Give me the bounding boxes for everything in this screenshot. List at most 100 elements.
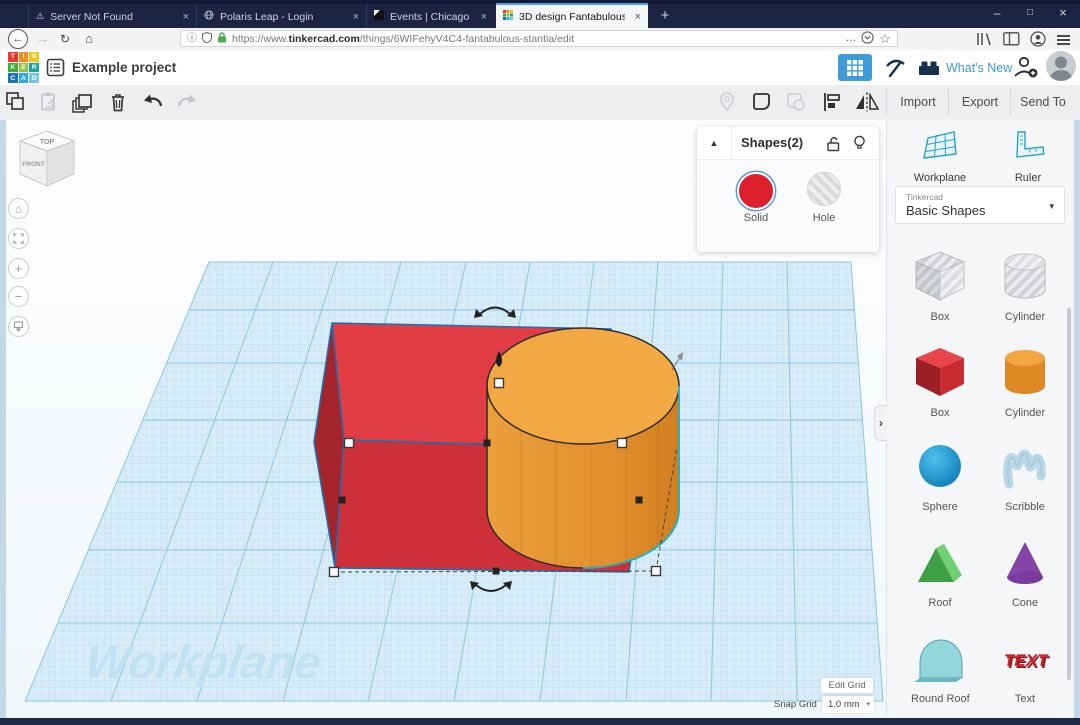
shape-category-dropdown[interactable]: Tinkercad Basic Shapes ▾ bbox=[895, 186, 1065, 224]
helper-workplane-label: Workplane bbox=[903, 172, 977, 184]
shape-roof[interactable]: Roof bbox=[911, 536, 969, 609]
shape-round-roof[interactable]: Round Roof bbox=[911, 632, 969, 705]
tinkercad-logo[interactable]: T I N K E R C A D bbox=[8, 52, 39, 83]
new-tab-button[interactable]: + bbox=[654, 5, 676, 27]
pocket-icon[interactable] bbox=[861, 31, 874, 47]
menu-icon[interactable] bbox=[1057, 33, 1070, 47]
shape-sphere[interactable]: Sphere bbox=[911, 440, 969, 513]
hole-option[interactable] bbox=[807, 172, 841, 206]
page-info-icon[interactable]: ⓘ bbox=[187, 31, 197, 46]
whats-new-link[interactable]: What's New bbox=[946, 61, 1012, 75]
paste-button[interactable] bbox=[36, 90, 62, 114]
close-icon[interactable]: × bbox=[183, 11, 189, 23]
send-to-button[interactable]: Send To bbox=[1012, 85, 1074, 119]
solid-option[interactable] bbox=[737, 172, 775, 210]
sidebar-scrollbar[interactable] bbox=[1067, 308, 1071, 680]
library-icon[interactable] bbox=[975, 32, 993, 51]
page-actions-icon[interactable]: … bbox=[845, 31, 856, 46]
ungroup-button[interactable] bbox=[784, 90, 810, 114]
logo-tile: D bbox=[29, 73, 39, 83]
forward-button[interactable]: → bbox=[34, 28, 52, 50]
window-minimize-button[interactable]: – bbox=[981, 0, 1013, 26]
tinkercad-header: T I N K E R C A D Example project What's… bbox=[0, 50, 1080, 85]
collapse-sidebar-chevron[interactable]: › bbox=[874, 405, 887, 441]
unlock-icon[interactable] bbox=[825, 135, 842, 157]
tab-title: Server Not Found bbox=[50, 11, 172, 23]
url-field[interactable]: ⓘ https://www.tinkercad.com/things/6WIFe… bbox=[180, 30, 898, 47]
tab-title: Polaris Leap - Login bbox=[220, 11, 343, 23]
orange-cylinder-shape[interactable] bbox=[487, 328, 679, 568]
shape-cylinder-solid[interactable]: Cylinder bbox=[996, 344, 1054, 419]
sidebar-toggle-icon[interactable] bbox=[1003, 32, 1020, 51]
close-icon[interactable]: × bbox=[635, 11, 641, 23]
collapse-panel-button[interactable]: ▲ bbox=[697, 127, 732, 159]
caret-down-icon: ▾ bbox=[1049, 201, 1054, 212]
edit-grid-button[interactable]: Edit Grid bbox=[821, 678, 873, 693]
page-title: Example project bbox=[72, 60, 176, 75]
shape-cone[interactable]: Cone bbox=[996, 536, 1054, 609]
snap-grid-select[interactable]: ▾1.0 mm bbox=[822, 696, 874, 713]
shape-text[interactable]: TEXTTEXT Text bbox=[996, 632, 1054, 705]
lock-icon[interactable] bbox=[217, 32, 227, 46]
project-properties-icon[interactable] bbox=[46, 58, 65, 82]
brick-icon[interactable] bbox=[916, 56, 942, 85]
shape-cylinder-hole[interactable]: Cylinder bbox=[996, 248, 1054, 323]
view-cube-front-label[interactable]: FRONT bbox=[22, 161, 44, 168]
fit-view-button[interactable] bbox=[8, 228, 29, 249]
browser-tab-bar: ⚠ Server Not Found × Polaris Leap - Logi… bbox=[0, 0, 1080, 28]
browser-window: ⚠ Server Not Found × Polaris Leap - Logi… bbox=[0, 0, 1080, 725]
hole-label: Hole bbox=[794, 212, 854, 224]
window-close-button[interactable]: × bbox=[1047, 0, 1079, 26]
logo-tile: N bbox=[29, 52, 39, 62]
close-icon[interactable]: × bbox=[353, 11, 359, 23]
undo-button[interactable] bbox=[140, 90, 166, 114]
add-person-icon[interactable] bbox=[1012, 54, 1040, 85]
show-all-icon[interactable] bbox=[716, 90, 742, 114]
bookmark-star-icon[interactable]: ☆ bbox=[879, 31, 891, 46]
shape-scribble[interactable]: Scribble bbox=[996, 440, 1054, 513]
edit-toolbar: Import Export Send To bbox=[0, 85, 1080, 121]
reload-button[interactable]: ↻ bbox=[56, 28, 74, 50]
minecraft-pickaxe-icon[interactable] bbox=[882, 55, 908, 86]
view-cube[interactable]: TOP FRONT bbox=[16, 128, 80, 206]
zoom-in-button[interactable]: + bbox=[8, 258, 29, 279]
logo-tile: R bbox=[29, 63, 39, 73]
home-button[interactable]: ⌂ bbox=[80, 28, 98, 50]
align-button[interactable] bbox=[820, 90, 846, 114]
back-button[interactable]: ← bbox=[8, 29, 28, 49]
window-maximize-button[interactable]: □ bbox=[1014, 0, 1046, 26]
shapes-panel-title: Shapes(2) bbox=[741, 127, 803, 159]
home-view-button[interactable]: ⌂ bbox=[8, 198, 29, 219]
shape-box-hole[interactable]: Box bbox=[911, 248, 969, 323]
delete-button[interactable] bbox=[106, 90, 132, 114]
dashboard-grid-button[interactable] bbox=[838, 54, 872, 81]
caret-down-icon: ▾ bbox=[866, 696, 870, 713]
view-cube-top-label[interactable]: TOP bbox=[40, 139, 55, 146]
redo-button[interactable] bbox=[174, 90, 200, 114]
account-icon[interactable] bbox=[1030, 31, 1046, 52]
group-button[interactable] bbox=[750, 90, 776, 114]
tracking-shield-icon[interactable] bbox=[202, 32, 212, 46]
close-icon[interactable]: × bbox=[481, 11, 487, 23]
export-button[interactable]: Export bbox=[950, 85, 1010, 119]
lightbulb-icon[interactable] bbox=[851, 134, 868, 157]
tab-polaris-leap[interactable]: Polaris Leap - Login × bbox=[196, 5, 366, 28]
svg-text:TEXT: TEXT bbox=[1003, 650, 1050, 670]
tab-tinkercad-active[interactable]: 3D design Fantabulous Stantia × bbox=[496, 3, 648, 28]
duplicate-button[interactable] bbox=[70, 90, 96, 114]
shape-box-solid[interactable]: Box bbox=[911, 344, 969, 419]
zoom-out-button[interactable]: − bbox=[8, 286, 29, 307]
helper-ruler[interactable]: Ruler bbox=[991, 128, 1065, 184]
logo-tile: A bbox=[19, 73, 29, 83]
logo-tile: I bbox=[19, 52, 29, 62]
perspective-toggle-button[interactable] bbox=[8, 316, 29, 337]
person-silhouette-icon bbox=[1046, 51, 1076, 81]
avatar[interactable] bbox=[1046, 51, 1076, 81]
globe-icon bbox=[204, 10, 214, 23]
copy-button[interactable] bbox=[4, 90, 30, 114]
tab-server-not-found[interactable]: ⚠ Server Not Found × bbox=[28, 5, 196, 28]
helper-workplane[interactable]: Workplane bbox=[903, 128, 977, 184]
import-button[interactable]: Import bbox=[888, 85, 948, 119]
mirror-button[interactable] bbox=[854, 90, 880, 114]
tab-chicago-library[interactable]: Events | Chicago Public Library × bbox=[366, 5, 494, 28]
